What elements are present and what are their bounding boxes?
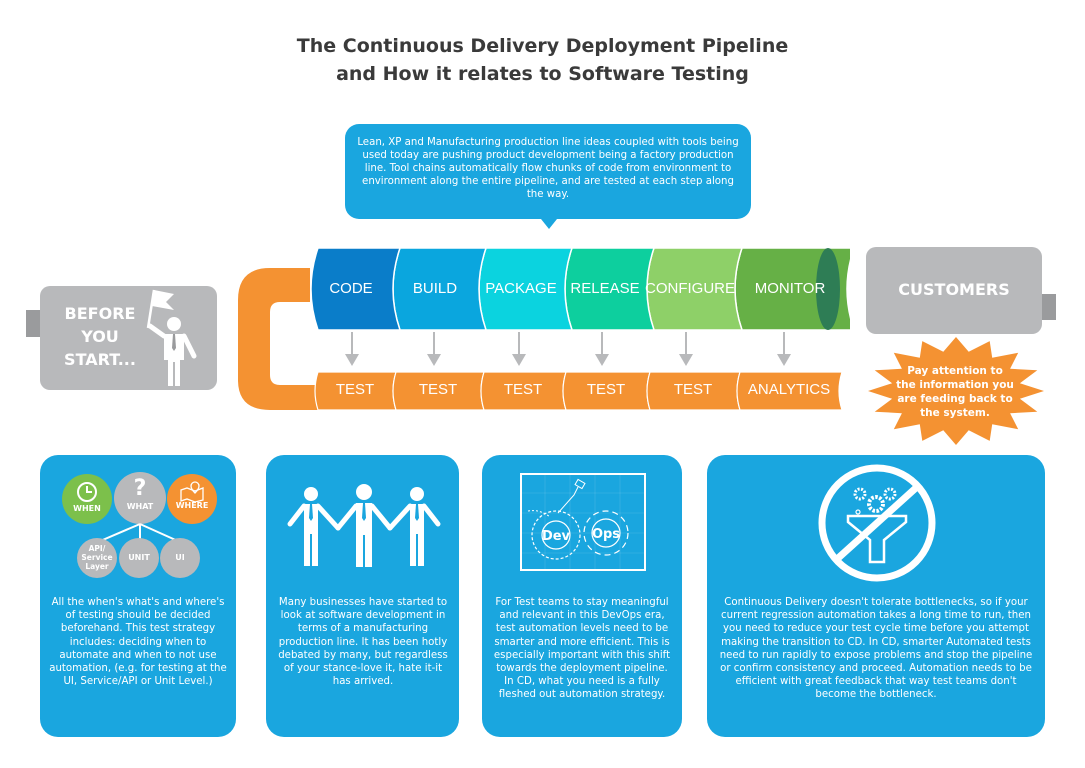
card-4-text: Continuous Delivery doesn't tolerate bot…: [719, 597, 1033, 701]
api-circle: API/ Service Layer: [77, 538, 117, 578]
title-line-1: The Continuous Delivery Deployment Pipel…: [296, 35, 789, 57]
card-3-text: For Test teams to stay meaningful and re…: [493, 597, 671, 701]
page-title: The Continuous Delivery Deployment Pipel…: [0, 32, 1085, 88]
arrow-head-icon: [679, 354, 693, 366]
map-pin-icon: [180, 481, 204, 503]
where-label: WHERE: [175, 501, 209, 510]
where-circle: WHERE: [167, 474, 217, 524]
devops-gears-icon: Dev Ops: [520, 473, 646, 571]
stage-label-build: BUILD: [412, 280, 458, 297]
arrow-head-icon: [595, 354, 609, 366]
ui-circle: UI: [160, 538, 200, 578]
team-people-icon: [287, 484, 441, 567]
stage-label-monitor: MONITOR: [754, 280, 826, 297]
before-line-2: YOU: [81, 327, 119, 346]
output-label-test: TEST: [586, 381, 626, 398]
person-with-flag-icon: [146, 289, 197, 386]
stage-label-configure: CONFIGURE: [645, 280, 735, 297]
arrow-head-icon: [777, 354, 791, 366]
before-line-1: BEFORE: [64, 304, 136, 323]
arrow-head-icon: [427, 354, 441, 366]
card-2-text: Many businesses have started to look at …: [278, 597, 448, 688]
dev-label: Dev: [542, 529, 571, 544]
arrow-head-icon: [512, 354, 526, 366]
api-label: API/ Service Layer: [81, 544, 113, 571]
intro-speech-bubble: Lean, XP and Manufacturing production li…: [345, 124, 751, 229]
stage-label-package: PACKAGE: [485, 280, 557, 297]
card-1-text: All the when's what's and where's of tes…: [49, 597, 227, 688]
stage-label-release: RELEASE: [570, 280, 640, 297]
when-label: WHEN: [73, 504, 101, 513]
unit-circle: UNIT: [119, 538, 159, 578]
stage-label-code: CODE: [329, 280, 373, 297]
arrow-head-icon: [345, 354, 359, 366]
output-label-analytics: ANALYTICS: [747, 381, 831, 398]
title-line-2: and How it relates to Software Testing: [336, 63, 749, 85]
output-label-test: TEST: [335, 381, 375, 398]
output-label-test: TEST: [503, 381, 543, 398]
what-label: WHAT: [126, 502, 154, 511]
ui-label: UI: [175, 553, 185, 562]
when-circle: WHEN: [62, 474, 112, 524]
unit-label: UNIT: [128, 553, 150, 562]
output-label-test: TEST: [418, 381, 458, 398]
before-line-3: START...: [64, 350, 136, 369]
no-bottleneck-funnel-icon: [818, 464, 936, 582]
question-mark-icon: ?: [133, 476, 147, 501]
what-circle: ? WHAT: [114, 472, 166, 524]
clock-icon: [77, 482, 97, 502]
output-label-test: TEST: [673, 381, 713, 398]
before-you-start-label: BEFORE YOU START...: [52, 302, 148, 371]
intro-text: Lean, XP and Manufacturing production li…: [357, 137, 739, 200]
customers-label: CUSTOMERS: [898, 280, 1010, 299]
customers-callout-text: Pay attention to the information you are…: [896, 365, 1014, 419]
ops-label: Ops: [592, 527, 620, 542]
